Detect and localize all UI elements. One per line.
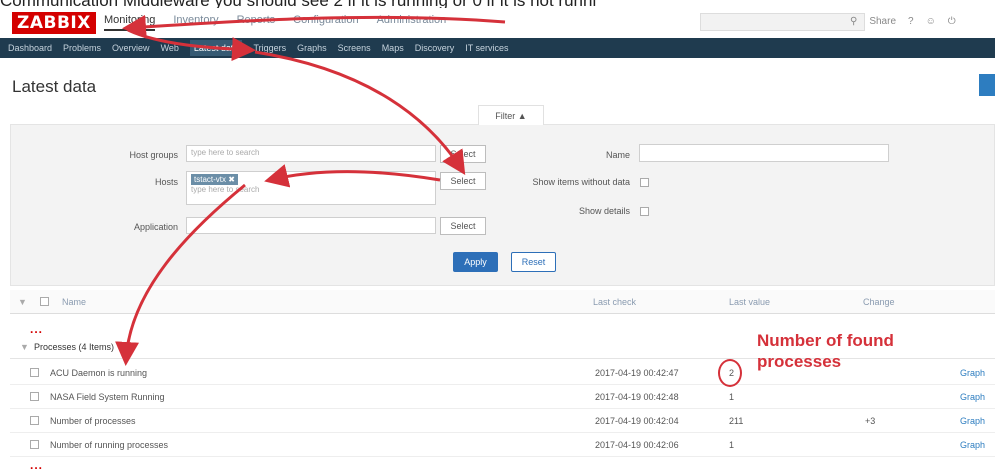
subnav-problems[interactable]: Problems [63, 43, 101, 53]
subnav-discovery[interactable]: Discovery [415, 43, 455, 53]
show-details-label: Show details [578, 206, 630, 216]
table-row: Number of processes 2017-04-19 00:42:04 … [10, 409, 995, 433]
row-last-check: 2017-04-19 00:42:48 [595, 392, 679, 402]
subnav-maps[interactable]: Maps [382, 43, 404, 53]
top-bar: ZABBIX Monitoring Inventory Reports Conf… [0, 8, 995, 38]
remove-chip-icon[interactable]: ✖ [228, 175, 235, 184]
search-icon[interactable]: ⚲ [850, 16, 857, 27]
row-graph-link[interactable]: Graph [960, 440, 985, 450]
subnav-dashboard[interactable]: Dashboard [8, 43, 52, 53]
subnav-triggers[interactable]: Triggers [253, 43, 286, 53]
table-row: NASA Field System Running 2017-04-19 00:… [10, 385, 995, 409]
row-last-check: 2017-04-19 00:42:47 [595, 368, 679, 378]
host-chip-label: tstact-vtx [194, 175, 227, 184]
user-profile-icon[interactable]: ☺ [926, 16, 936, 27]
name-input[interactable] [639, 144, 889, 162]
ellipsis-marker: ... [30, 322, 44, 336]
host-groups-label: Host groups [129, 150, 178, 160]
row-checkbox[interactable] [30, 416, 39, 425]
row-last-check: 2017-04-19 00:42:06 [595, 440, 679, 450]
subnav-graphs[interactable]: Graphs [297, 43, 327, 53]
row-graph-link[interactable]: Graph [960, 416, 985, 426]
group-label: Processes (4 Items) [34, 342, 115, 352]
row-name: Number of processes [50, 416, 136, 426]
host-groups-input[interactable]: type here to search [186, 145, 436, 162]
hosts-label: Hosts [154, 177, 178, 187]
show-items-without-data-checkbox[interactable] [640, 178, 649, 187]
row-last-check: 2017-04-19 00:42:04 [595, 416, 679, 426]
row-name: Number of running processes [50, 440, 169, 450]
row-last-value: 1 [729, 392, 735, 402]
subnav-it-services[interactable]: IT services [465, 43, 508, 53]
application-select-button[interactable]: Select [440, 217, 486, 235]
row-checkbox[interactable] [30, 392, 39, 401]
select-all-checkbox[interactable] [40, 297, 49, 306]
application-input[interactable] [186, 217, 436, 234]
menu-configuration[interactable]: Configuration [293, 14, 358, 31]
menu-inventory[interactable]: Inventory [173, 14, 218, 31]
host-groups-select-button[interactable]: Select [440, 145, 486, 163]
annotation-note: Number of found processes [757, 330, 957, 372]
hosts-select-button[interactable]: Select [440, 172, 486, 190]
table-header: ▼ Name Last check Last value Change [10, 290, 995, 314]
row-last-value: 211 [729, 416, 744, 426]
subnav-latest-data[interactable]: Latest data [189, 40, 243, 56]
row-change: +3 [865, 416, 876, 426]
group-collapse-icon[interactable]: ▼ [20, 342, 29, 352]
ellipsis-marker: ... [30, 458, 44, 472]
menu-monitoring[interactable]: Monitoring [104, 14, 156, 31]
row-graph-link[interactable]: Graph [960, 368, 985, 378]
top-icons: ⚲ Share ? ☺ ⏻ [850, 16, 956, 27]
header-last-value: Last value [729, 297, 771, 307]
row-checkbox[interactable] [30, 440, 39, 449]
zabbix-logo[interactable]: ZABBIX [12, 12, 96, 34]
subnav-screens[interactable]: Screens [338, 43, 371, 53]
global-search-input[interactable] [700, 13, 865, 31]
share-button[interactable]: Share [869, 16, 896, 27]
page-title: Latest data [12, 77, 97, 96]
reset-button[interactable]: Reset [511, 252, 556, 272]
subnav-web[interactable]: Web [161, 43, 179, 53]
header-name[interactable]: Name [62, 297, 86, 307]
table-row: Number of running processes 2017-04-19 0… [10, 433, 995, 457]
annotation-line-2: processes [757, 352, 842, 371]
row-graph-link[interactable]: Graph [960, 392, 985, 402]
row-checkbox[interactable] [30, 368, 39, 377]
apply-button[interactable]: Apply [453, 252, 498, 272]
collapse-all-icon[interactable]: ▼ [18, 297, 27, 307]
header-change: Change [863, 297, 895, 307]
show-details-checkbox[interactable] [640, 207, 649, 216]
main-menu: Monitoring Inventory Reports Configurati… [104, 14, 446, 31]
logout-icon[interactable]: ⏻ [948, 16, 956, 27]
fullscreen-button[interactable] [979, 74, 995, 96]
hosts-placeholder: type here to search [191, 185, 260, 194]
hosts-input[interactable]: tstact-vtx ✖ type here to search [186, 171, 436, 205]
sub-navigation: Dashboard Problems Overview Web Latest d… [0, 38, 995, 58]
menu-reports[interactable]: Reports [237, 14, 276, 31]
menu-administration[interactable]: Administration [377, 14, 447, 31]
row-name: ACU Daemon is running [50, 368, 148, 378]
host-chip[interactable]: tstact-vtx ✖ [191, 174, 238, 185]
name-label: Name [605, 150, 630, 160]
annotation-line-1: Number of found [757, 331, 894, 350]
header-last-check: Last check [593, 297, 637, 307]
filter-toggle-tab[interactable]: Filter ▲ [478, 105, 544, 125]
row-last-value: 1 [729, 440, 735, 450]
subnav-overview[interactable]: Overview [112, 43, 150, 53]
application-label: Application [133, 222, 178, 232]
show-items-without-data-label: Show items without data [532, 177, 630, 187]
highlight-circle [718, 359, 742, 387]
help-icon[interactable]: ? [908, 16, 914, 27]
row-name: NASA Field System Running [50, 392, 165, 402]
